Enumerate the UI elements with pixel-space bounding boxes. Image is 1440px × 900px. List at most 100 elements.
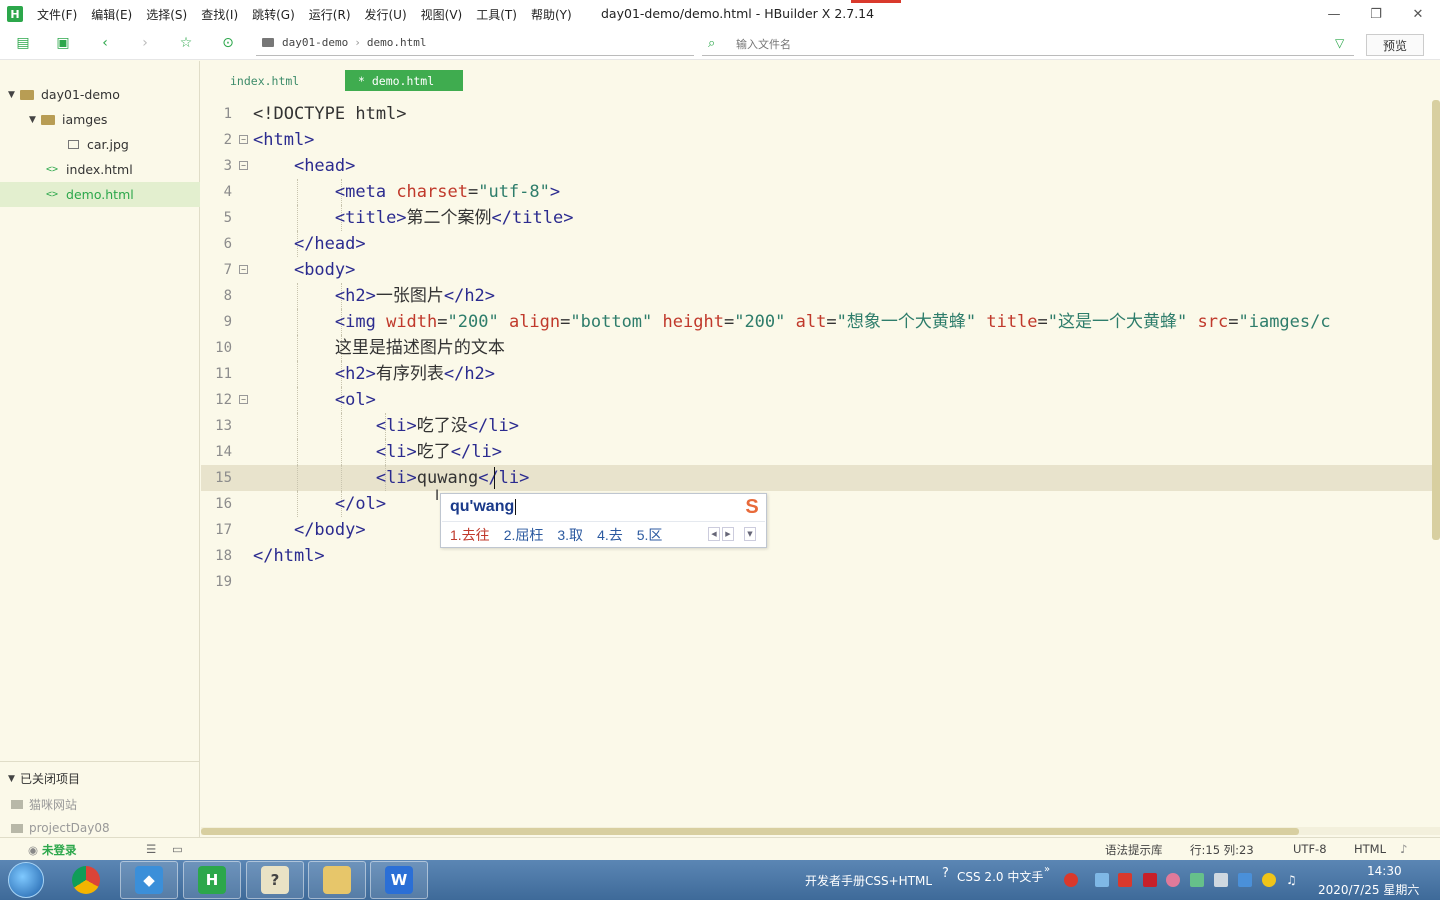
tree-item-project[interactable]: ▼ day01-demo — [0, 82, 200, 107]
chevron-down-icon[interactable]: ▼ — [29, 115, 41, 125]
menu-edit[interactable]: 编辑(E) — [91, 6, 132, 23]
code-line[interactable]: 4 <meta charset="utf-8"> — [201, 179, 1440, 205]
menu-goto[interactable]: 跳转(G) — [252, 6, 295, 23]
menu-view[interactable]: 视图(V) — [421, 6, 463, 23]
chevron-down-icon[interactable]: ▼ — [8, 90, 20, 100]
language-mode[interactable]: HTML — [1354, 842, 1386, 856]
tree-item-image[interactable]: car.jpg — [0, 132, 200, 157]
closed-projects-header[interactable]: ▼ 已关闭项目 — [0, 766, 200, 791]
menu-help[interactable]: 帮助(Y) — [531, 6, 572, 23]
ime-prev-icon[interactable]: ◀ — [708, 527, 720, 541]
save-icon[interactable]: ▣ — [55, 35, 71, 51]
tab-index-html[interactable]: index.html — [217, 70, 312, 91]
chevron-down-icon[interactable]: ▼ — [8, 774, 20, 784]
code-line[interactable]: 6 </head> — [201, 231, 1440, 257]
run-icon[interactable]: ⊙ — [220, 35, 236, 51]
code-line[interactable]: 10 这里是描述图片的文本 — [201, 335, 1440, 361]
back-icon[interactable]: ‹ — [97, 35, 113, 51]
ime-candidate[interactable]: 4.去 — [597, 525, 623, 545]
code-line[interactable]: 17 </body> — [201, 517, 1440, 543]
tray-icon[interactable] — [1118, 873, 1132, 887]
preview-button[interactable]: 预览 — [1366, 34, 1424, 56]
menu-find[interactable]: 查找(I) — [201, 6, 238, 23]
minimize-button[interactable]: — — [1324, 4, 1344, 24]
code-line[interactable]: 1 <!DOCTYPE html> — [201, 101, 1440, 127]
syntax-lib[interactable]: 语法提示库 — [1105, 842, 1163, 858]
closed-project-item[interactable]: 猫咪网站 — [11, 796, 77, 813]
taskbar-app-label[interactable]: CSS 2.0 中文手 — [957, 868, 1043, 885]
tray-icon[interactable] — [1262, 873, 1276, 887]
fold-toggle-icon[interactable]: − — [239, 161, 248, 170]
ime-expand-icon[interactable]: ▼ — [744, 527, 756, 541]
chrome-taskbar-icon[interactable] — [57, 861, 115, 899]
breadcrumb-project[interactable]: day01-demo — [282, 36, 348, 49]
menu-select[interactable]: 选择(S) — [146, 6, 187, 23]
code-line[interactable]: 18 </html> — [201, 543, 1440, 569]
tray-icon[interactable] — [1238, 873, 1252, 887]
tab-demo-html[interactable]: * demo.html — [345, 70, 463, 91]
code-line[interactable]: 2− <html> — [201, 127, 1440, 153]
tray-icon[interactable] — [1143, 873, 1157, 887]
clock-date[interactable]: 2020/7/25 星期六 — [1318, 881, 1419, 898]
volume-icon[interactable]: ♫ — [1286, 873, 1300, 887]
code-line[interactable]: 16 </ol> — [201, 491, 1440, 517]
code-line[interactable]: 9 <img width="200" align="bottom" height… — [201, 309, 1440, 335]
fold-toggle-icon[interactable]: − — [239, 135, 248, 144]
bell-icon[interactable]: ♪ — [1400, 842, 1407, 856]
breadcrumb-file[interactable]: demo.html — [367, 36, 427, 49]
fold-toggle-icon[interactable]: − — [239, 395, 248, 404]
file-search-input[interactable] — [736, 34, 1326, 54]
fold-toggle-icon[interactable]: − — [239, 265, 248, 274]
app-taskbar-icon[interactable]: ◆ — [120, 861, 178, 899]
code-line[interactable]: 13 <li>吃了没</li> — [201, 413, 1440, 439]
clock-time[interactable]: 14:30 — [1367, 864, 1402, 878]
sogou-tray-icon[interactable] — [1064, 873, 1078, 887]
close-button[interactable]: ✕ — [1408, 4, 1428, 24]
hbuilder-taskbar-icon[interactable]: H — [183, 861, 241, 899]
ime-candidate[interactable]: 1.去往 — [450, 525, 490, 545]
star-icon[interactable]: ☆ — [178, 35, 194, 51]
explorer-taskbar-icon[interactable] — [308, 861, 366, 899]
code-line[interactable]: 12− <ol> — [201, 387, 1440, 413]
tree-item-folder[interactable]: ▼ iamges — [0, 107, 200, 132]
overflow-chevron-icon[interactable]: » — [1044, 864, 1050, 875]
wps-taskbar-icon[interactable]: W — [370, 861, 428, 899]
outline-icon[interactable]: ☰ — [146, 842, 156, 856]
tree-item-demo-html[interactable]: <> demo.html — [0, 182, 200, 207]
code-line[interactable]: 8 <h2>一张图片</h2> — [201, 283, 1440, 309]
taskbar-app-label[interactable]: 开发者手册CSS+HTML — [805, 872, 932, 889]
tray-icon[interactable] — [1095, 873, 1109, 887]
vertical-scrollbar[interactable] — [1432, 100, 1440, 540]
ime-next-icon[interactable]: ▶ — [722, 527, 734, 541]
tree-item-index-html[interactable]: <> index.html — [0, 157, 200, 182]
tray-icon[interactable] — [1166, 873, 1180, 887]
code-line[interactable]: 19 — [201, 569, 1440, 595]
start-button-icon[interactable] — [8, 862, 44, 898]
menu-run[interactable]: 运行(R) — [309, 6, 351, 23]
code-line[interactable]: 5 <title>第二个案例</title> — [201, 205, 1440, 231]
code-editor[interactable]: 1 <!DOCTYPE html> 2− <html> 3− <head> 4 <meta… — [201, 97, 1440, 827]
code-line[interactable]: 15 <li>quwang</li> — [201, 465, 1440, 491]
help-taskbar-icon[interactable]: ? — [246, 861, 304, 899]
restore-button[interactable]: ❐ — [1366, 4, 1386, 24]
tray-icon[interactable] — [1214, 873, 1228, 887]
closed-project-item[interactable]: projectDay08 — [11, 821, 110, 835]
cursor-position[interactable]: 行:15 列:23 — [1190, 842, 1254, 858]
new-file-icon[interactable]: ▤ — [15, 35, 31, 51]
ime-candidate[interactable]: 5.区 — [637, 525, 663, 545]
horizontal-scrollbar[interactable] — [201, 828, 1299, 835]
menu-publish[interactable]: 发行(U) — [365, 6, 407, 23]
code-line[interactable]: 14 <li>吃了</li> — [201, 439, 1440, 465]
ime-candidate[interactable]: 2.屈枉 — [504, 525, 544, 545]
code-line[interactable]: 7− <body> — [201, 257, 1440, 283]
encoding[interactable]: UTF-8 — [1293, 842, 1327, 856]
menu-tools[interactable]: 工具(T) — [476, 6, 517, 23]
code-line[interactable]: 3− <head> — [201, 153, 1440, 179]
menu-file[interactable]: 文件(F) — [37, 6, 77, 23]
tray-icon[interactable] — [1190, 873, 1204, 887]
forward-icon[interactable]: › — [137, 35, 153, 51]
code-line[interactable]: 11 <h2>有序列表</h2> — [201, 361, 1440, 387]
filter-icon[interactable]: ▽ — [1335, 36, 1344, 50]
ime-candidate[interactable]: 3.取 — [557, 525, 583, 545]
terminal-icon[interactable]: ▭ — [172, 842, 183, 856]
